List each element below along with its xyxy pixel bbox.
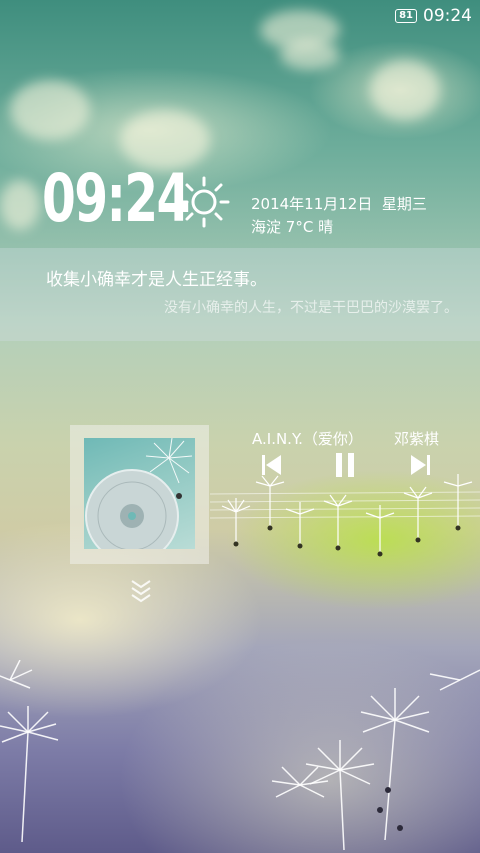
battery-indicator: 81 bbox=[395, 9, 417, 23]
song-title: A.I.N.Y.（爱你） bbox=[252, 430, 363, 448]
weather-line: 海淀 7°C 晴 bbox=[251, 216, 333, 237]
temperature-text: 7°C bbox=[285, 218, 314, 236]
chevron-down-icon[interactable] bbox=[130, 578, 152, 604]
cd-disc-icon bbox=[85, 438, 193, 549]
date-text: 2014年11月12日 bbox=[251, 195, 373, 213]
quote-sub: 没有小确幸的人生，不过是干巴巴的沙漠罢了。 bbox=[164, 300, 458, 316]
bokeh-light bbox=[0, 180, 40, 230]
status-bar: 81 09:24 bbox=[395, 6, 472, 26]
status-time: 09:24 bbox=[423, 6, 472, 26]
bokeh-light bbox=[10, 80, 90, 140]
location-text: 海淀 bbox=[251, 218, 282, 236]
sun-icon bbox=[178, 176, 230, 228]
condition-text: 晴 bbox=[318, 218, 334, 236]
quote-main: 收集小确幸才是人生正经事。 bbox=[46, 270, 267, 290]
date-line: 2014年11月12日 星期三 bbox=[251, 193, 427, 214]
quote-band bbox=[0, 248, 480, 341]
album-cover bbox=[84, 438, 195, 549]
bokeh-light bbox=[280, 40, 340, 70]
bokeh-light bbox=[370, 60, 440, 120]
dandelion-staff-decoration bbox=[210, 474, 480, 557]
dandelion-foreground-decoration bbox=[0, 660, 480, 851]
lock-clock-time: 09:24 bbox=[42, 160, 190, 237]
album-art-frame[interactable] bbox=[70, 425, 209, 564]
artist-name: 邓紫棋 bbox=[394, 430, 440, 448]
weekday-text: 星期三 bbox=[381, 195, 427, 213]
